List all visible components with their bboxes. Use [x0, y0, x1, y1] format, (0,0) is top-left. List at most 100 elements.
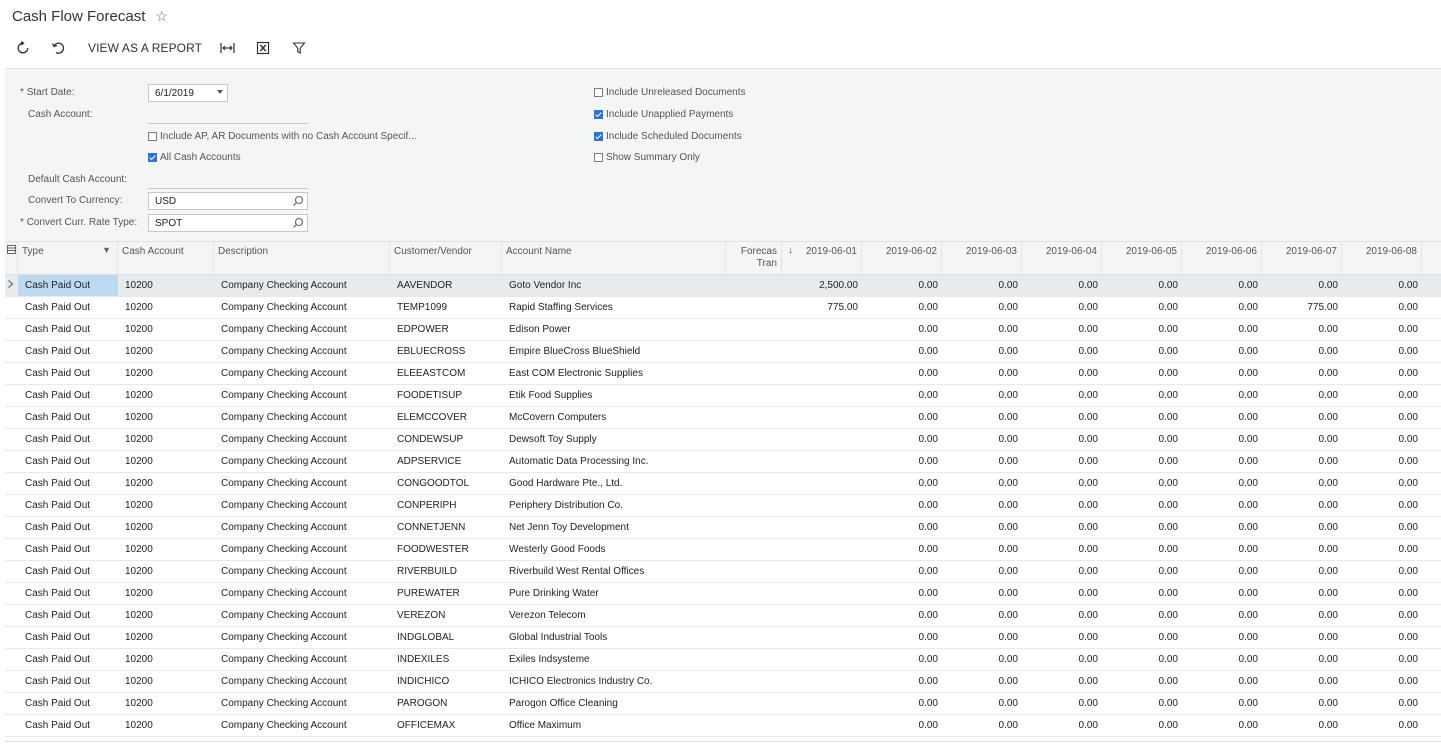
filter-button[interactable] [292, 37, 306, 59]
table-row[interactable]: Cash Paid Out 10200 Company Checking Accou… [5, 495, 1441, 517]
fit-to-screen-button[interactable] [220, 37, 235, 59]
cell-date-value[interactable]: 0.00 [1182, 341, 1258, 362]
cell-date-value[interactable]: 0.00 [862, 583, 938, 604]
cell-type[interactable]: Cash Paid Out [18, 693, 118, 714]
show-summary-checkbox[interactable]: Show Summary Only [594, 152, 700, 163]
cell-date-value[interactable]: 0.00 [1182, 385, 1258, 406]
column-header-description[interactable]: Description [214, 242, 390, 274]
cell-date-value[interactable]: 0.00 [942, 275, 1018, 296]
cell-date-value[interactable]: 0.00 [1022, 451, 1098, 472]
cell-description[interactable]: Company Checking Account [214, 605, 390, 626]
cell-cash-account[interactable]: 10200 [118, 517, 214, 538]
cell-customer-vendor[interactable]: AAVENDOR [390, 275, 502, 296]
cell-date-value[interactable]: 0.00 [1102, 319, 1178, 340]
column-header-date-4[interactable]: 2019-06-04 [1022, 242, 1102, 274]
cell-date-value[interactable]: 0.00 [942, 539, 1018, 560]
cell-customer-vendor[interactable]: CONGOODTOL [390, 473, 502, 494]
cell-date-value[interactable]: 0.00 [862, 473, 938, 494]
cell-cash-account[interactable]: 10200 [118, 385, 214, 406]
cell-date-value[interactable]: 0.00 [1342, 517, 1418, 538]
column-settings-icon[interactable] [7, 245, 16, 254]
cell-date-value[interactable]: 0.00 [942, 297, 1018, 318]
cell-date-value[interactable]: 0.00 [1342, 583, 1418, 604]
cell-description[interactable]: Company Checking Account [214, 495, 390, 516]
table-row[interactable]: Cash Paid Out 10200 Company Checking Accou… [5, 693, 1441, 715]
cell-date-value[interactable]: 0.00 [1262, 275, 1338, 296]
cell-customer-vendor[interactable]: RIVERBUILD [390, 561, 502, 582]
cell-date-value[interactable]: 0.00 [1182, 583, 1258, 604]
cell-date-value[interactable]: 0.00 [1022, 693, 1098, 714]
checkbox-box[interactable] [148, 132, 157, 141]
cell-date-value[interactable]: 0.00 [862, 627, 938, 648]
cell-date-value[interactable]: 0.00 [1262, 451, 1338, 472]
refresh-button[interactable] [16, 37, 30, 59]
cell-account-name[interactable]: Empire BlueCross BlueShield [502, 341, 726, 362]
cell-date-value[interactable]: 0.00 [1102, 561, 1178, 582]
cell-date-value[interactable]: 0.00 [1342, 319, 1418, 340]
cell-account-name[interactable]: Dewsoft Toy Supply [502, 429, 726, 450]
cell-date-value[interactable]: 0.00 [862, 363, 938, 384]
cell-type[interactable]: Cash Paid Out [18, 341, 118, 362]
cell-date-value[interactable] [782, 715, 858, 736]
cell-account-name[interactable]: Office Maximum [502, 715, 726, 736]
cell-date-value[interactable]: 0.00 [1342, 429, 1418, 450]
cell-account-name[interactable]: ICHICO Electronics Industry Co. [502, 671, 726, 692]
cell-account-name[interactable]: Net Jenn Toy Development [502, 517, 726, 538]
search-icon[interactable] [292, 217, 304, 229]
column-header-account-name[interactable]: Account Name [502, 242, 726, 274]
cell-cash-account[interactable]: 10200 [118, 429, 214, 450]
view-as-report-button[interactable]: VIEW AS A REPORT [88, 37, 202, 59]
cell-date-value[interactable]: 0.00 [1022, 561, 1098, 582]
cell-customer-vendor[interactable]: PUREWATER [390, 583, 502, 604]
cell-date-value[interactable]: 0.00 [942, 517, 1018, 538]
column-header-date-1[interactable]: ↓ 2019-06-01 [782, 242, 862, 274]
cell-type[interactable]: Cash Paid Out [18, 319, 118, 340]
cell-customer-vendor[interactable]: ELEMCCOVER [390, 407, 502, 428]
table-row[interactable]: Cash Paid Out 10200 Company Checking Accou… [5, 649, 1441, 671]
cell-date-value[interactable]: 0.00 [1262, 495, 1338, 516]
cell-date-value[interactable]: 0.00 [862, 517, 938, 538]
cell-date-value[interactable]: 0.00 [1262, 517, 1338, 538]
cell-account-name[interactable]: Edison Power [502, 319, 726, 340]
cell-date-value[interactable]: 0.00 [1342, 275, 1418, 296]
cell-date-value[interactable]: 0.00 [942, 451, 1018, 472]
cell-account-name[interactable]: Global Industrial Tools [502, 627, 726, 648]
cell-date-value[interactable]: 0.00 [1342, 341, 1418, 362]
cell-date-value[interactable]: 0.00 [1182, 319, 1258, 340]
column-header-date-7[interactable]: 2019-06-07 [1262, 242, 1342, 274]
cell-date-value[interactable]: 0.00 [1182, 429, 1258, 450]
cell-date-value[interactable]: 0.00 [1262, 385, 1338, 406]
cell-date-value[interactable]: 0.00 [942, 627, 1018, 648]
cell-date-value[interactable] [782, 649, 858, 670]
cell-date-value[interactable]: 0.00 [1022, 429, 1098, 450]
include-no-cash-account-checkbox[interactable]: Include AP, AR Documents with no Cash Ac… [148, 131, 417, 142]
cell-date-value[interactable]: 0.00 [1342, 715, 1418, 736]
column-header-cash-account[interactable]: Cash Account [118, 242, 214, 274]
cell-date-value[interactable]: 0.00 [1182, 275, 1258, 296]
cell-date-value[interactable]: 0.00 [1182, 297, 1258, 318]
table-row[interactable]: Cash Paid Out 10200 Company Checking Accou… [5, 605, 1441, 627]
cell-type[interactable]: Cash Paid Out [18, 473, 118, 494]
cell-date-value[interactable]: 0.00 [862, 407, 938, 428]
cell-date-value[interactable]: 0.00 [1342, 561, 1418, 582]
table-row[interactable]: Cash Paid Out 10200 Company Checking Accou… [5, 671, 1441, 693]
table-row[interactable]: Cash Paid Out 10200 Company Checking Accou… [5, 583, 1441, 605]
include-scheduled-checkbox[interactable]: Include Scheduled Documents [594, 131, 742, 142]
cell-date-value[interactable] [782, 385, 858, 406]
cell-account-name[interactable]: Automatic Data Processing Inc. [502, 451, 726, 472]
cell-type[interactable]: Cash Paid Out [18, 275, 118, 296]
cell-date-value[interactable]: 0.00 [1182, 605, 1258, 626]
cell-account-name[interactable]: Etik Food Supplies [502, 385, 726, 406]
cell-type[interactable]: Cash Paid Out [18, 627, 118, 648]
cell-date-value[interactable]: 0.00 [1262, 341, 1338, 362]
cell-description[interactable]: Company Checking Account [214, 693, 390, 714]
cell-type[interactable]: Cash Paid Out [18, 385, 118, 406]
cell-customer-vendor[interactable]: FOODWESTER [390, 539, 502, 560]
cell-date-value[interactable] [782, 473, 858, 494]
cell-customer-vendor[interactable]: ADPSERVICE [390, 451, 502, 472]
cell-date-value[interactable]: 0.00 [862, 539, 938, 560]
cell-customer-vendor[interactable]: EBLUECROSS [390, 341, 502, 362]
cell-date-value[interactable]: 0.00 [1182, 539, 1258, 560]
cell-date-value[interactable] [782, 451, 858, 472]
column-header-date-5[interactable]: 2019-06-05 [1102, 242, 1182, 274]
